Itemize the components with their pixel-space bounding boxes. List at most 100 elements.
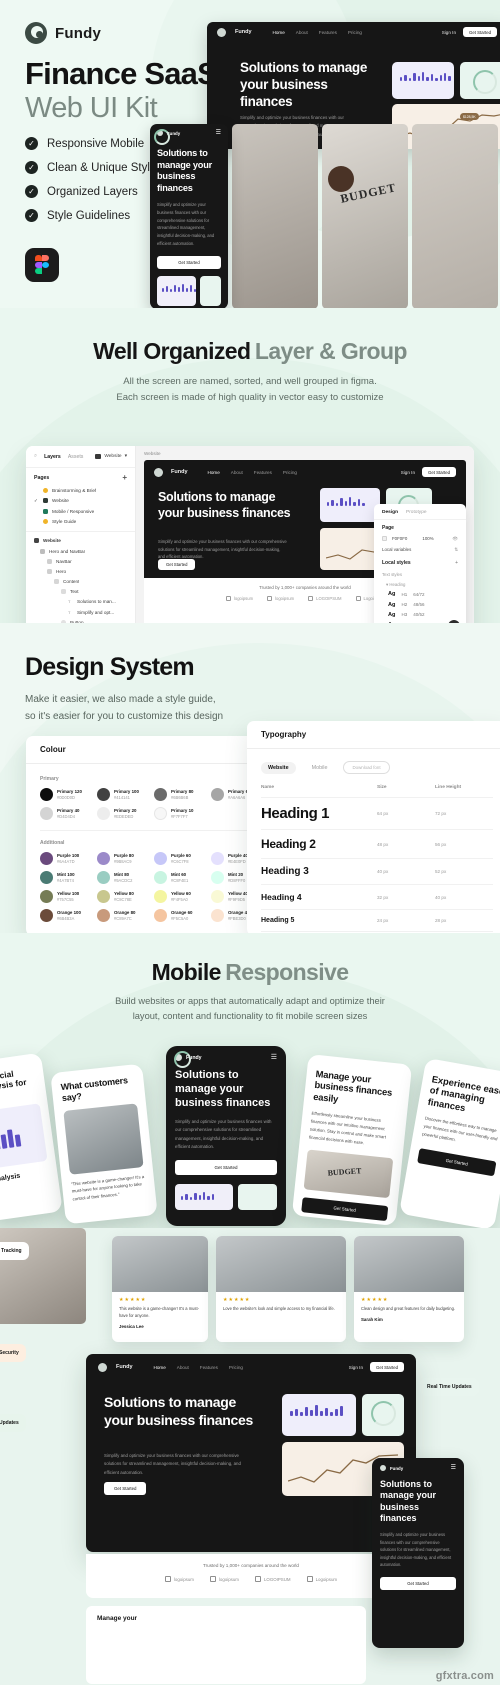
nav-link-home[interactable]: Home [273,30,285,35]
page-item[interactable]: Brainstorming & Brief [26,485,135,495]
get-started-button[interactable]: Get Started [370,1362,404,1372]
page-item[interactable]: Mobile / Responsive [26,506,135,516]
color-dot [154,909,167,922]
hamburger-menu-icon[interactable]: ☰ [271,1054,277,1061]
layer-row[interactable]: T Solutions to man... [26,597,135,607]
add-page-icon[interactable]: + [122,474,127,482]
bar-chart-card [175,1183,234,1210]
color-swatch-item[interactable]: Purple 80 #9B8AC9 [97,852,150,865]
page-item[interactable]: Style Guide [26,517,135,527]
layer-row[interactable]: NavBar [26,556,135,566]
phone-cta-button[interactable]: Get Started [380,1576,456,1590]
sign-in-link[interactable]: Sign In [442,30,456,35]
color-swatch-item[interactable]: Primary 80 #6B6B6B [154,788,207,801]
frame-cta-button[interactable]: Get Started [158,559,196,570]
nav-link-pricing[interactable]: Pricing [348,30,362,35]
nav-link-features[interactable]: Features [200,1365,218,1370]
feature-chip-realtime: Real Time Updates [420,1378,479,1396]
nav-link-home[interactable]: Home [154,1365,166,1370]
tab-layers[interactable]: Layers [44,454,61,460]
color-swatch-item[interactable]: Primary 10 #F7F7F7 [154,807,207,820]
color-swatch-item[interactable]: Purple 60 #C6C7F8 [154,852,207,865]
page-fill-row[interactable]: F0F0F0 100% 👁 [374,533,466,544]
page-label: Brainstorming & Brief [52,487,97,493]
style-row[interactable]: Ag H2 48/56 [374,599,466,609]
color-swatch-item[interactable]: Mint 80 #9ACDC2 [97,871,150,884]
page-item[interactable]: ✓ Website [26,495,135,506]
fundy-logo-icon [154,467,163,477]
page-icon [43,487,48,493]
color-swatch-item[interactable]: Orange 80 #C89A7C [97,909,150,922]
nav-link-about[interactable]: About [231,470,243,475]
testimonial-card: ★★★★★ Love the website's look and simple… [216,1236,346,1342]
section-subtitle: Make it easier, we also made a style gui… [25,691,223,725]
figma-canvas[interactable]: Website Fundy Home About Features Pricin… [136,446,474,623]
layer-row[interactable]: Text [26,587,135,597]
color-swatch-item[interactable]: Yellow 60 #F4F5A0 [154,890,207,903]
phone-cta-button[interactable]: Get Started [417,1148,497,1177]
testimonial-text: This website is a game-changer! It's a m… [119,1306,199,1318]
rating-stars: ★★★★★ [119,1297,147,1303]
color-swatch-item[interactable]: Primary 120 #0D0D0D [40,788,93,801]
phone-cta-button[interactable]: Get Started [157,255,221,269]
primary-swatches: Primary 120 #0D0D0D Primary 100 #414141 Pr… [40,788,264,820]
mockup-nav-links: Home About Features Pricing [273,30,362,35]
pages-header: Pages + [26,468,135,485]
color-swatch[interactable] [382,536,387,541]
tab-mobile[interactable]: Mobile [305,762,335,774]
nav-link-features[interactable]: Features [319,30,337,35]
color-swatch-item[interactable]: Primary 20 #EDEDED [97,807,150,820]
sign-in-link[interactable]: Sign In [401,470,415,475]
color-swatch-item[interactable]: Primary 40 #D4D4D4 [40,807,93,820]
text-styles-label: Text styles [382,572,403,577]
layer-row[interactable]: T Simplify and opt... [26,607,135,617]
color-swatch-item[interactable]: Primary 100 #414141 [97,788,150,801]
color-swatch-item[interactable]: Orange 100 #6B4B3A [40,909,93,922]
sign-in-link[interactable]: Sign In [349,1365,363,1370]
hamburger-menu-icon[interactable]: ☰ [451,1465,456,1471]
style-row[interactable]: Ag H1 64/72 [374,589,466,599]
color-swatch-item[interactable]: Yellow 100 #757C55 [40,890,93,903]
colour-panel: Colour Primary Primary 120 #0D0D0D Primar… [26,736,278,933]
local-variables-row[interactable]: Local variables ⇅ [374,544,466,555]
organized-section: Well Organized Layer & Group All the scr… [0,308,500,623]
nav-link-about[interactable]: About [177,1365,189,1370]
tab-assets[interactable]: Assets [68,454,84,460]
add-style-icon[interactable]: + [455,560,458,566]
color-swatch-item[interactable]: Mint 100 #4A7B74 [40,871,93,884]
get-started-button[interactable]: Get Started [463,27,497,37]
trust-text: Trusted by 1,000+ companies around the w… [203,1563,299,1568]
style-row[interactable]: Ag H3 40/52 [374,610,466,620]
tab-design[interactable]: Design [382,510,398,515]
color-swatch-item[interactable]: Orange 60 #F5C5A0 [154,909,207,922]
hero-section: Fundy Finance SaaS Web UI Kit ✓ Responsi… [0,0,500,308]
edit-icon[interactable]: ⇅ [454,547,458,553]
color-swatch-item[interactable]: Purple 100 #6A4A7D [40,852,93,865]
layer-row[interactable]: Hero [26,566,135,576]
page-icon [43,498,48,504]
nav-link-pricing[interactable]: Pricing [229,1365,243,1370]
tab-prototype[interactable]: Prototype [406,510,427,515]
phone-cta-button[interactable]: Get Started [175,1159,277,1175]
nav-link-pricing[interactable]: Pricing [283,470,297,475]
layer-row[interactable]: Content [26,577,135,587]
file-chip[interactable]: Website ▾ [95,454,127,459]
nav-link-about[interactable]: About [296,30,308,35]
visibility-icon[interactable]: 👁 [452,536,458,542]
nav-link-features[interactable]: Features [254,470,272,475]
hamburger-menu-icon[interactable]: ☰ [216,130,221,136]
get-started-button[interactable]: Get Started [422,467,456,477]
download-font-button[interactable]: Download font [343,761,390,774]
mockup-cta-button[interactable]: Get Started [104,1482,147,1495]
color-swatch-item[interactable]: Yellow 80 #C8C78E [97,890,150,903]
table-row: Heading 5 24 px 28 px [261,909,493,932]
donut-chart [371,1401,396,1426]
nav-link-home[interactable]: Home [208,470,220,475]
tab-website[interactable]: Website [261,761,296,774]
layer-label: Hero [56,568,67,574]
layer-row[interactable]: Hero and NavBar [26,546,135,556]
color-swatch-item[interactable]: Mint 60 #C8F4E1 [154,871,207,884]
layer-row[interactable]: Website [26,536,135,546]
search-icon[interactable]: ⌕ [34,453,37,460]
section-title: Well Organized Layer & Group [0,308,500,365]
